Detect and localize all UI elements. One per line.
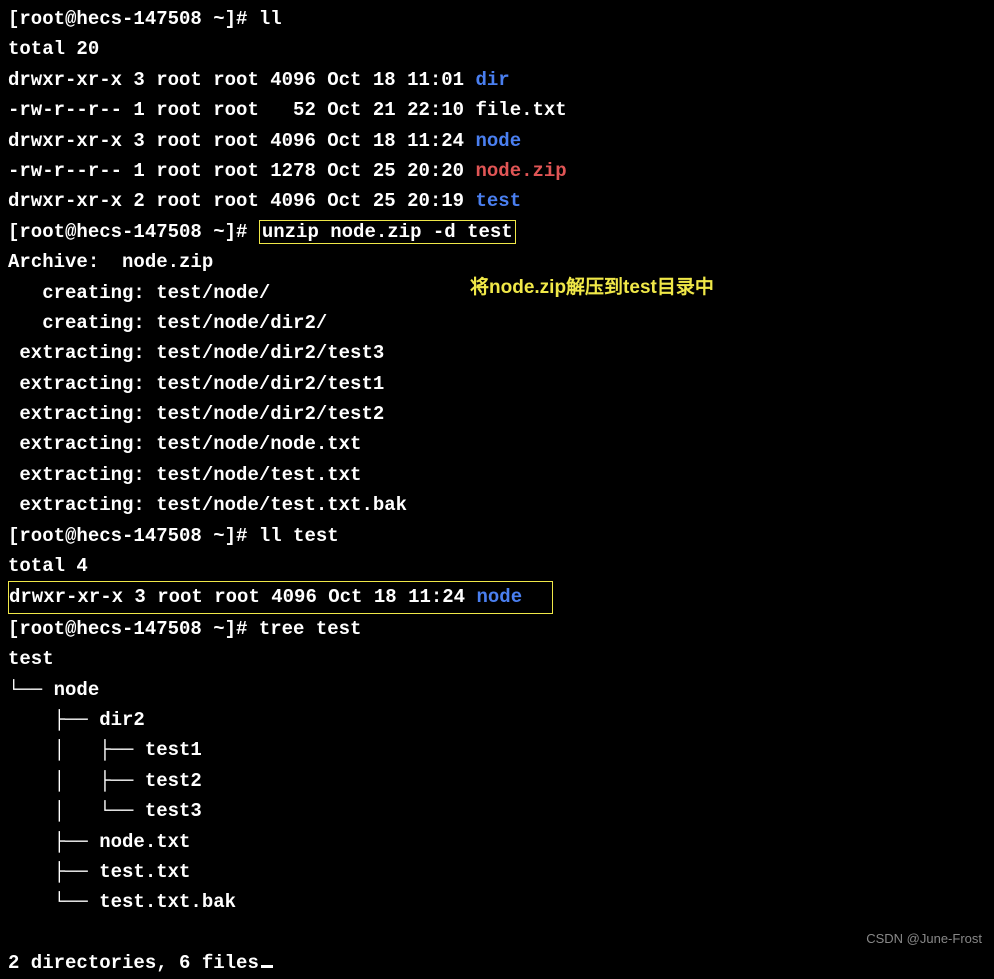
- tree-line: ├── test.txt: [8, 857, 986, 887]
- tree-output: test└── node ├── dir2 │ ├── test1 │ ├── …: [8, 644, 986, 918]
- unzip-line: extracting: test/node/dir2/test2: [8, 399, 986, 429]
- unzip-output: creating: test/node/ creating: test/node…: [8, 278, 986, 521]
- ll-entry: -rw-r--r-- 1 root root 52 Oct 21 22:10 f…: [8, 95, 986, 125]
- unzip-line: extracting: test/node/test.txt: [8, 460, 986, 490]
- unzip-line: creating: test/node/dir2/: [8, 308, 986, 338]
- terminal-line: [8, 918, 986, 948]
- unzip-line: extracting: test/node/test.txt.bak: [8, 490, 986, 520]
- tree-line: └── test.txt.bak: [8, 887, 986, 917]
- tree-line: └── node: [8, 675, 986, 705]
- ll-entry: drwxr-xr-x 3 root root 4096 Oct 18 11:24…: [8, 126, 986, 156]
- highlighted-row: drwxr-xr-x 3 root root 4096 Oct 18 11:24…: [8, 581, 553, 613]
- unzip-line: extracting: test/node/node.txt: [8, 429, 986, 459]
- tree-line: │ ├── test2: [8, 766, 986, 796]
- tree-line: ├── dir2: [8, 705, 986, 735]
- terminal-line: drwxr-xr-x 3 root root 4096 Oct 18 11:24…: [8, 581, 986, 613]
- terminal-line: total 20: [8, 34, 986, 64]
- terminal-line: 2 directories, 6 files: [8, 948, 986, 978]
- ll-entry: drwxr-xr-x 3 root root 4096 Oct 18 11:01…: [8, 65, 986, 95]
- tree-line: │ ├── test1: [8, 735, 986, 765]
- ll-output: drwxr-xr-x 3 root root 4096 Oct 18 11:01…: [8, 65, 986, 217]
- unzip-line: extracting: test/node/dir2/test1: [8, 369, 986, 399]
- watermark: CSDN @June-Frost: [866, 929, 982, 950]
- highlighted-command: unzip node.zip -d test: [259, 220, 516, 244]
- ll-entry: drwxr-xr-x 2 root root 4096 Oct 25 20:19…: [8, 186, 986, 216]
- tree-line: ├── node.txt: [8, 827, 986, 857]
- ll-entry: -rw-r--r-- 1 root root 1278 Oct 25 20:20…: [8, 156, 986, 186]
- tree-line: test: [8, 644, 986, 674]
- terminal-line: [root@hecs-147508 ~]# tree test: [8, 614, 986, 644]
- terminal-line: [root@hecs-147508 ~]# unzip node.zip -d …: [8, 217, 986, 247]
- terminal-line: [root@hecs-147508 ~]# ll test: [8, 521, 986, 551]
- terminal-line: [root@hecs-147508 ~]# ll: [8, 4, 986, 34]
- annotation-text: 将node.zip解压到test目录中: [470, 273, 714, 303]
- terminal-line: total 4: [8, 551, 986, 581]
- unzip-line: extracting: test/node/dir2/test3: [8, 338, 986, 368]
- cursor: [261, 965, 273, 968]
- tree-line: │ └── test3: [8, 796, 986, 826]
